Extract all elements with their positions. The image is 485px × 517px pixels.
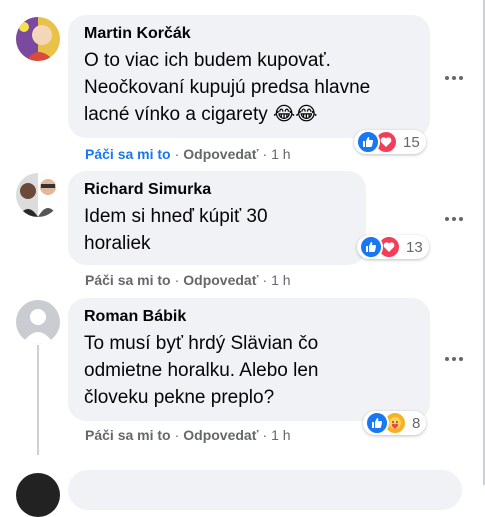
separator: · — [174, 272, 180, 288]
comment-bubble: Martin Korčák O to viac ich budem kupova… — [68, 15, 430, 138]
comment-time[interactable]: 1 h — [271, 427, 290, 443]
comment-author[interactable]: Martin Korčák — [84, 24, 414, 44]
comment-time[interactable]: 1 h — [271, 146, 290, 162]
separator: · — [262, 272, 268, 288]
separator: · — [174, 427, 180, 443]
comment-actions: Páči sa mi to · Odpovedať · 1 h — [85, 146, 291, 162]
avatar[interactable] — [16, 300, 60, 344]
like-reaction-icon — [356, 130, 380, 154]
like-link[interactable]: Páči sa mi to — [85, 146, 171, 162]
more-options-icon[interactable] — [442, 66, 466, 90]
avatar[interactable] — [16, 473, 60, 517]
comment-author[interactable]: Roman Bábik — [84, 307, 414, 327]
comment-bubble: Richard Simurka Idem si hneď kúpiť 30 ho… — [68, 171, 366, 265]
avatar[interactable] — [16, 17, 60, 61]
separator: · — [262, 146, 268, 162]
more-options-icon[interactable] — [442, 207, 466, 231]
like-reaction-icon — [365, 411, 389, 435]
like-reaction-icon — [359, 235, 383, 259]
like-link[interactable]: Páči sa mi to — [85, 272, 171, 288]
reply-link[interactable]: Odpovedať — [183, 427, 258, 443]
comment-text: To musí byť hrdý Slävian čo odmietne hor… — [84, 333, 319, 408]
reaction-summary[interactable]: 15 — [354, 130, 426, 154]
reply-link[interactable]: Odpovedať — [183, 272, 258, 288]
reaction-count: 15 — [403, 133, 420, 151]
comment-input-bubble[interactable] — [68, 470, 462, 510]
comment-text: Idem si hneď kúpiť 30 horaliek — [84, 206, 268, 254]
reaction-count: 8 — [412, 414, 421, 432]
reaction-count: 13 — [406, 238, 423, 256]
separator: · — [262, 427, 268, 443]
thread-line — [37, 345, 39, 455]
avatar[interactable] — [16, 173, 60, 217]
comment-author[interactable]: Richard Simurka — [84, 180, 350, 200]
comment-bubble: Roman Bábik To musí byť hrdý Slävian čo … — [68, 298, 430, 421]
comment-time[interactable]: 1 h — [271, 272, 290, 288]
comment-actions: Páči sa mi to · Odpovedať · 1 h — [85, 272, 291, 288]
reply-link[interactable]: Odpovedať — [183, 146, 258, 162]
reaction-summary[interactable]: 8 — [363, 411, 427, 435]
separator: · — [174, 146, 180, 162]
reaction-summary[interactable]: 13 — [357, 235, 429, 259]
comment-text: O to viac ich budem kupovať. Neočkovaní … — [84, 50, 371, 125]
more-options-icon[interactable] — [442, 347, 466, 371]
like-link[interactable]: Páči sa mi to — [85, 427, 171, 443]
comment-actions: Páči sa mi to · Odpovedať · 1 h — [85, 427, 291, 443]
